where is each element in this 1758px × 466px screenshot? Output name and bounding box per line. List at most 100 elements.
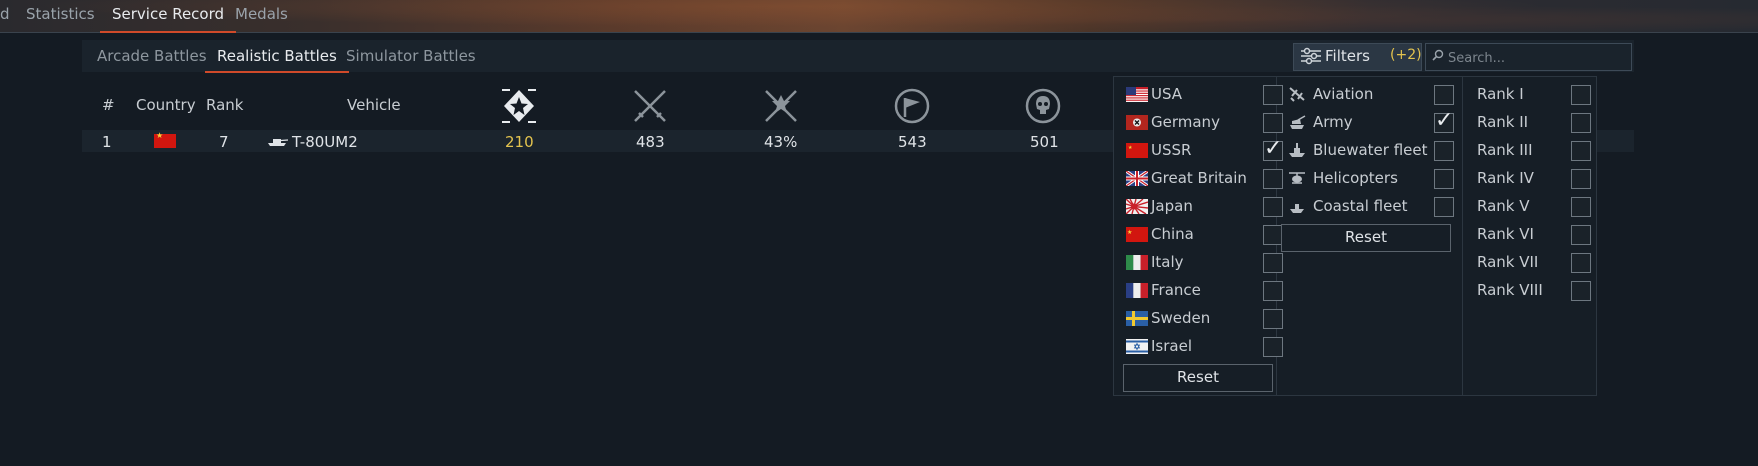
- checkbox[interactable]: [1263, 337, 1283, 357]
- country-option-germany[interactable]: Germany: [1126, 111, 1283, 135]
- country-option-great-britain[interactable]: Great Britain: [1126, 167, 1283, 191]
- rank-option-5[interactable]: Rank V: [1474, 195, 1591, 219]
- country-label: Great Britain: [1151, 169, 1247, 187]
- checkbox[interactable]: [1571, 169, 1591, 189]
- tab-realistic-battles[interactable]: Realistic Battles: [205, 47, 349, 73]
- rank-option-6[interactable]: Rank VI: [1474, 223, 1591, 247]
- filters-dropdown: USA Germany ★ USSR ✓ Great Britain Japan…: [1113, 76, 1597, 396]
- col-header-country[interactable]: Country: [136, 96, 196, 114]
- respawns-icon[interactable]: [893, 87, 931, 125]
- top-banner: d Statistics Service Record Medals: [0, 0, 1758, 33]
- filter-sliders-icon: [1300, 47, 1322, 69]
- country-option-china[interactable]: ★ China: [1126, 223, 1283, 247]
- checkbox[interactable]: [1263, 281, 1283, 301]
- rank-label: Rank IV: [1477, 169, 1534, 187]
- ship-icon: [1288, 142, 1308, 160]
- victories-icon[interactable]: [631, 87, 669, 125]
- checkbox[interactable]: [1571, 141, 1591, 161]
- win-rate-icon[interactable]: [762, 87, 800, 125]
- checkbox[interactable]: [1571, 197, 1591, 217]
- rank-option-4[interactable]: Rank IV: [1474, 167, 1591, 191]
- checkbox[interactable]: [1434, 85, 1454, 105]
- search-icon: [1432, 49, 1444, 64]
- type-option-bluewater-fleet[interactable]: Bluewater fleet: [1288, 139, 1454, 163]
- france-flag-icon: [1126, 283, 1148, 298]
- rank-label: Rank II: [1477, 113, 1529, 131]
- rank-label: Rank VI: [1477, 225, 1534, 243]
- row-kills: 501: [1030, 133, 1059, 151]
- col-header-vehicle[interactable]: Vehicle: [347, 96, 401, 114]
- search-input[interactable]: [1446, 47, 1630, 69]
- search-box: [1425, 43, 1632, 71]
- checkbox[interactable]: [1263, 225, 1283, 245]
- filters-label: Filters: [1325, 47, 1370, 65]
- checkbox[interactable]: [1434, 141, 1454, 161]
- country-option-france[interactable]: France: [1126, 279, 1283, 303]
- country-label: USSR: [1151, 141, 1192, 159]
- rank-option-2[interactable]: Rank II: [1474, 111, 1591, 135]
- checkbox[interactable]: [1263, 113, 1283, 133]
- tab-arcade-battles[interactable]: Arcade Battles: [97, 47, 207, 65]
- column-divider: [1462, 77, 1463, 395]
- battles-icon[interactable]: [500, 87, 538, 125]
- rank-option-8[interactable]: Rank VIII: [1474, 279, 1591, 303]
- row-vehicle-name[interactable]: T-80UM2: [292, 133, 358, 151]
- country-label: Israel: [1151, 337, 1192, 355]
- checkbox[interactable]: [1571, 281, 1591, 301]
- col-header-rank[interactable]: Rank: [206, 96, 243, 114]
- type-option-helicopters[interactable]: Helicopters: [1288, 167, 1454, 191]
- rank-option-3[interactable]: Rank III: [1474, 139, 1591, 163]
- checkbox[interactable]: [1263, 85, 1283, 105]
- checkmark-icon: ✓: [1264, 136, 1283, 161]
- checkbox[interactable]: [1263, 169, 1283, 189]
- country-option-ussr[interactable]: ★ USSR ✓: [1126, 136, 1283, 163]
- tab-simulator-battles[interactable]: Simulator Battles: [346, 47, 476, 65]
- type-option-army[interactable]: Army ✓: [1288, 108, 1454, 135]
- filters-button[interactable]: Filters (+2): [1293, 43, 1422, 71]
- country-label: Sweden: [1151, 309, 1211, 327]
- checkmark-icon: ✓: [1435, 108, 1454, 133]
- country-option-sweden[interactable]: Sweden: [1126, 307, 1283, 331]
- checkbox[interactable]: [1571, 225, 1591, 245]
- tab-medals[interactable]: Medals: [235, 4, 288, 28]
- checkbox[interactable]: [1263, 197, 1283, 217]
- ussr-flag-icon: [154, 131, 176, 148]
- reset-types-button[interactable]: Reset: [1281, 224, 1451, 252]
- row-victories: 483: [636, 133, 665, 151]
- col-header-num[interactable]: #: [102, 96, 115, 114]
- country-option-israel[interactable]: Israel: [1126, 335, 1283, 359]
- checkbox[interactable]: [1571, 85, 1591, 105]
- row-num: 1: [102, 133, 112, 151]
- row-battles: 210: [505, 133, 534, 151]
- checkbox[interactable]: [1263, 309, 1283, 329]
- type-option-coastal-fleet[interactable]: Coastal fleet: [1288, 195, 1454, 219]
- checkbox[interactable]: [1571, 253, 1591, 273]
- rank-label: Rank I: [1477, 85, 1524, 103]
- checkbox[interactable]: [1571, 113, 1591, 133]
- type-label: Bluewater fleet: [1313, 141, 1428, 159]
- tab-statistics[interactable]: Statistics: [26, 4, 95, 28]
- reset-countries-button[interactable]: Reset: [1123, 364, 1273, 392]
- country-option-italy[interactable]: Italy: [1126, 251, 1283, 275]
- israel-flag-icon: [1126, 339, 1148, 354]
- china-flag-icon: ★: [1126, 227, 1148, 242]
- helicopter-icon: [1288, 170, 1308, 188]
- type-label: Coastal fleet: [1313, 197, 1408, 215]
- checkbox-checked[interactable]: ✓: [1263, 136, 1283, 161]
- kills-icon[interactable]: [1024, 87, 1062, 125]
- rank-option-7[interactable]: Rank VII: [1474, 251, 1591, 275]
- rank-option-1[interactable]: Rank I: [1474, 83, 1591, 107]
- checkbox-checked[interactable]: ✓: [1434, 108, 1454, 133]
- tab-partial[interactable]: d: [0, 4, 10, 28]
- plane-icon: [1288, 86, 1308, 104]
- rank-label: Rank VIII: [1477, 281, 1543, 299]
- ussr-flag-icon: ★: [1126, 143, 1148, 158]
- checkbox[interactable]: [1263, 253, 1283, 273]
- checkbox[interactable]: [1434, 169, 1454, 189]
- checkbox[interactable]: [1434, 197, 1454, 217]
- type-option-aviation[interactable]: Aviation: [1288, 83, 1454, 107]
- country-option-usa[interactable]: USA: [1126, 83, 1283, 107]
- filters-count-badge: (+2): [1390, 47, 1422, 63]
- tab-service-record[interactable]: Service Record: [99, 4, 237, 33]
- country-option-japan[interactable]: Japan: [1126, 195, 1283, 219]
